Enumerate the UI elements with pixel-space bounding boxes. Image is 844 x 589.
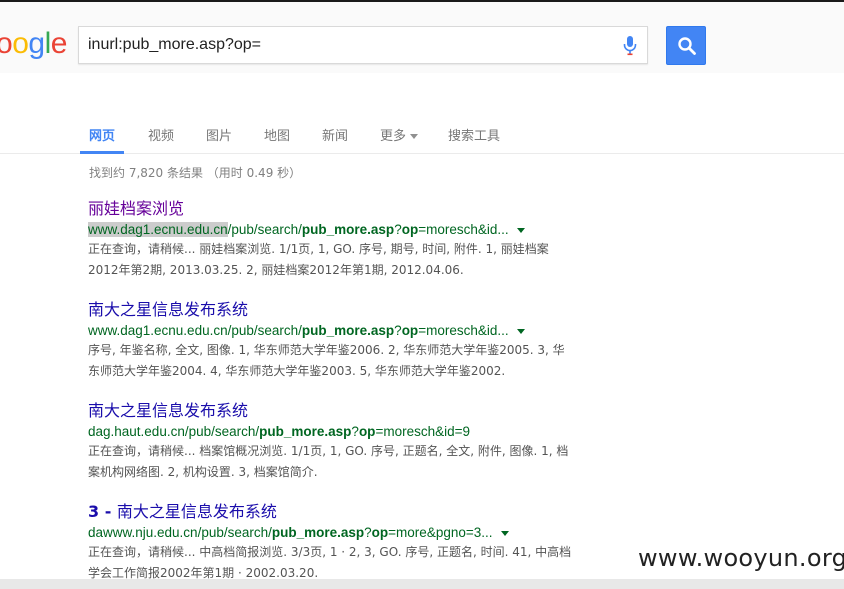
result-snippet: 正在查询，请稍候... 中高档简报浏览. 3/3页, 1 · 2, 3, GO.… [88, 542, 608, 584]
url-part: /pub/search/ [227, 222, 302, 237]
microphone-icon[interactable] [623, 36, 637, 56]
logo-letter: o [0, 27, 13, 60]
snippet-line: 正在查询，请稍候... 档案馆概况浏览. 1/1页, 1, GO. 序号, 正题… [88, 444, 569, 458]
tab-maps[interactable]: 地图 [264, 125, 290, 144]
url-part: =moresch&id... [418, 323, 509, 338]
result-title-link[interactable]: 南大之星信息发布系统 [88, 300, 608, 320]
result-title-link[interactable]: 南大之星信息发布系统 [88, 401, 608, 421]
google-logo[interactable]: oogle [0, 27, 67, 61]
url-bold: pub_more.asp [301, 222, 395, 237]
result-snippet: 正在查询，请稍候... 丽娃档案浏览. 1/1页, 1, GO. 序号, 期号,… [88, 239, 608, 281]
tab-images[interactable]: 图片 [206, 125, 232, 144]
result-url: www.dag1.ecnu.edu.cn/pub/search/pub_more… [88, 221, 608, 239]
url-part: www.dag1.ecnu.edu.cn/pub/search/ [88, 323, 302, 338]
search-tabs: 网页 视频 图片 地图 新闻 更多 搜索工具 [0, 73, 844, 154]
search-result: 丽娃档案浏览 www.dag1.ecnu.edu.cn/pub/search/p… [88, 199, 608, 281]
dropdown-arrow-icon[interactable] [516, 227, 525, 233]
chevron-down-icon [410, 134, 419, 139]
snippet-line: 2012年第2期, 2013.03.25. 2, 丽娃档案2012年第1期, 2… [88, 263, 464, 277]
result-url: dag.haut.edu.cn/pub/search/pub_more.asp?… [88, 423, 608, 441]
tab-video[interactable]: 视频 [148, 125, 174, 144]
result-url: dawww.nju.edu.cn/pub/search/pub_more.asp… [88, 524, 608, 542]
tab-search-tools[interactable]: 搜索工具 [448, 125, 500, 144]
url-bold: op [401, 323, 419, 338]
url-bold: op [358, 424, 376, 439]
active-tab-indicator [80, 151, 124, 154]
url-part: ? [351, 424, 359, 439]
result-url: www.dag1.ecnu.edu.cn/pub/search/pub_more… [88, 322, 608, 340]
tab-more-label: 更多 [380, 129, 407, 144]
watermark-text: www.wooyun.org [638, 544, 844, 572]
result-page-number: 3 - [88, 502, 117, 521]
logo-letter: g [28, 27, 45, 60]
magnifier-icon [678, 37, 696, 55]
search-input[interactable] [88, 35, 608, 55]
result-stats: 找到约 7,820 条结果 （用时 0.49 秒） [89, 166, 302, 180]
url-part: ? [394, 323, 402, 338]
url-part: ? [394, 222, 402, 237]
tab-more[interactable]: 更多 [380, 125, 419, 144]
dropdown-arrow-icon[interactable] [500, 530, 509, 536]
logo-letter: o [12, 27, 29, 60]
result-snippet: 正在查询，请稍候... 档案馆概况浏览. 1/1页, 1, GO. 序号, 正题… [88, 441, 608, 483]
url-part: dawww.nju.edu.cn/pub/search/ [88, 525, 272, 540]
url-bold: pub_more.asp [259, 424, 352, 439]
dropdown-arrow-icon[interactable] [516, 328, 525, 334]
url-part: dag.haut.edu.cn/pub/search/ [88, 424, 260, 439]
url-part: ? [364, 525, 372, 540]
result-snippet: 序号, 年鉴名称, 全文, 图像. 1, 华东师范大学年鉴2006. 2, 华东… [88, 340, 608, 382]
url-highlight: www.dag1.ecnu.edu.cn [88, 222, 228, 237]
snippet-line: 正在查询，请稍候... 丽娃档案浏览. 1/1页, 1, GO. 序号, 期号,… [88, 242, 549, 256]
url-bold: op [401, 222, 419, 237]
result-title-text: 南大之星信息发布系统 [116, 502, 277, 521]
tab-web[interactable]: 网页 [89, 125, 115, 144]
snippet-line: 东师范大学年鉴2004. 4, 华东师范大学年鉴2003. 5, 华东师范大学年… [88, 364, 506, 378]
result-title-link[interactable]: 3 - 南大之星信息发布系统 [88, 502, 608, 522]
url-bold: op [371, 525, 389, 540]
search-result: 南大之星信息发布系统 dag.haut.edu.cn/pub/search/pu… [88, 401, 608, 483]
search-box[interactable] [78, 26, 648, 64]
result-title-link[interactable]: 丽娃档案浏览 [88, 199, 608, 219]
snippet-line: 案机构网络图. 2, 机构设置. 3, 档案馆简介. [88, 465, 318, 479]
url-part: =more&pgno=3... [388, 525, 493, 540]
snippet-line: 序号, 年鉴名称, 全文, 图像. 1, 华东师范大学年鉴2006. 2, 华东… [88, 343, 565, 357]
tab-news[interactable]: 新闻 [322, 125, 348, 144]
logo-letter: e [50, 27, 68, 60]
url-bold: pub_more.asp [271, 525, 365, 540]
search-button[interactable] [666, 26, 706, 65]
snippet-line: 正在查询，请稍候... 中高档简报浏览. 3/3页, 1 · 2, 3, GO.… [88, 545, 572, 559]
search-header: oogle [0, 2, 844, 73]
search-result: 3 - 南大之星信息发布系统 dawww.nju.edu.cn/pub/sear… [88, 502, 608, 584]
url-bold: pub_more.asp [301, 323, 395, 338]
url-part: =moresch&id... [418, 222, 509, 237]
url-part: =moresch&id=9 [375, 424, 470, 439]
window-bottom-edge [0, 579, 844, 589]
search-result: 南大之星信息发布系统 www.dag1.ecnu.edu.cn/pub/sear… [88, 300, 608, 382]
